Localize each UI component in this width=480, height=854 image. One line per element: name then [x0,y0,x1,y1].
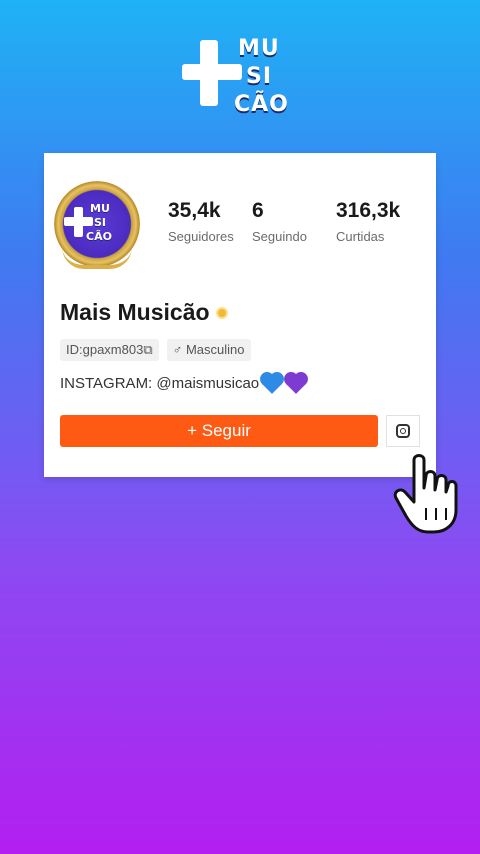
stat-value: 35,4k [168,199,221,222]
stat-label: Seguidores [168,229,234,244]
profile-name: Mais Musicão [60,299,228,326]
profile-card: MU SI CÃO 35,4k Seguidores 6 Seguindo 31… [44,153,436,477]
avatar-text: MU [90,202,110,215]
user-id-chip[interactable]: ID:gpaxm803⧉ [60,339,159,361]
profile-chips: ID:gpaxm803⧉ ♂ Masculino [60,339,251,361]
hand-cursor-icon [393,454,458,534]
avatar-text: SI [94,216,107,229]
logo-text-line3: CÃO [234,92,289,117]
stat-label: Curtidas [336,229,385,244]
app-logo: MU SI CÃO [182,38,298,120]
logo-text-line1: MU [238,36,280,61]
verified-badge-icon [215,306,228,319]
stat-label: Seguindo [252,229,307,244]
instagram-button[interactable] [386,415,420,447]
blue-heart-icon [262,373,283,394]
profile-name-text: Mais Musicão [60,299,210,325]
avatar[interactable]: MU SI CÃO [54,181,140,269]
gender-chip: ♂ Masculino [166,339,251,361]
stat-followers[interactable]: 35,4k Seguidores [168,199,234,245]
stat-likes[interactable]: 316,3k Curtidas [336,199,400,245]
stat-following[interactable]: 6 Seguindo [252,199,307,245]
purple-heart-icon [286,373,307,394]
bio: INSTAGRAM: @maismusicao [60,373,307,394]
stat-value: 316,3k [336,199,401,222]
stat-value: 6 [252,199,264,222]
laurel-icon [62,247,132,269]
bio-text: INSTAGRAM: @maismusicao [60,375,260,392]
follow-button[interactable]: + Seguir [60,415,378,447]
logo-text-line2: SI [246,64,273,89]
instagram-icon [396,424,410,438]
avatar-text: CÃO [86,230,112,243]
